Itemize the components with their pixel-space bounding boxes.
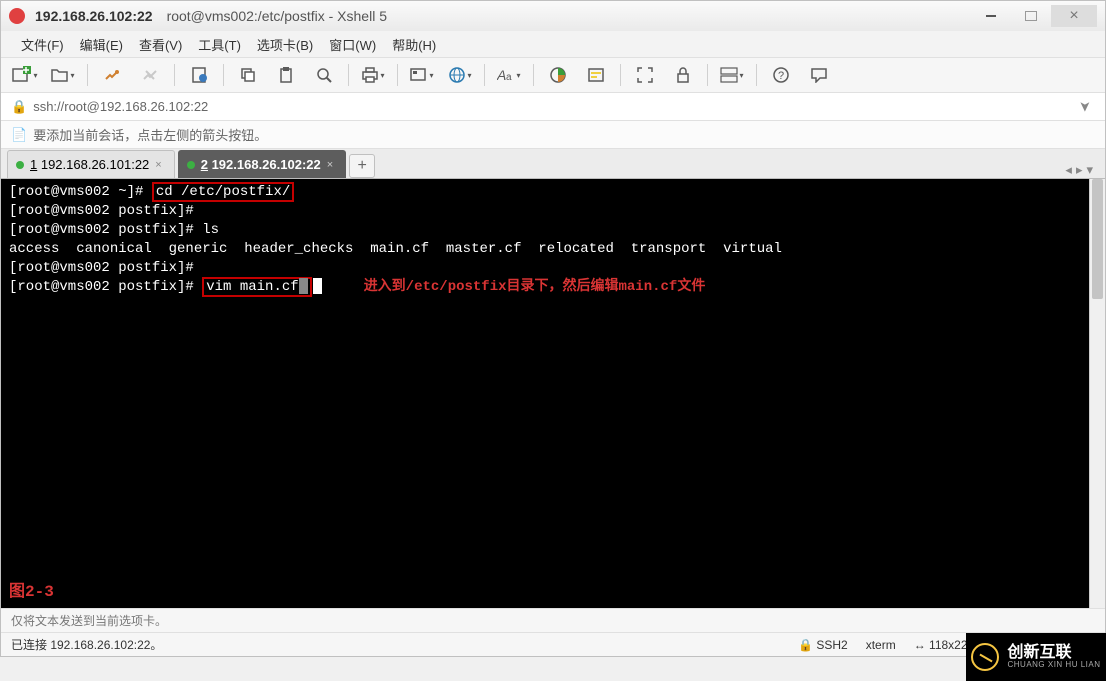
- prompt: [root@vms002 postfix]#: [9, 279, 194, 295]
- menu-file[interactable]: 文件(F): [15, 33, 70, 56]
- command-cd: cd /etc/postfix/: [152, 182, 294, 202]
- address-go-icon[interactable]: ➤: [1077, 97, 1094, 117]
- globe-button[interactable]: ▾: [446, 63, 474, 87]
- menu-tab[interactable]: 选项卡(B): [251, 33, 319, 56]
- status-dot-icon: [187, 161, 195, 169]
- print-button[interactable]: ▾: [359, 63, 387, 87]
- xftp-button[interactable]: ▾: [408, 63, 436, 87]
- svg-text:a: a: [506, 72, 512, 83]
- fullscreen-button[interactable]: [631, 63, 659, 87]
- status-protocol: 🔒 SSH2: [798, 638, 848, 652]
- watermark-logo-icon: [971, 643, 999, 671]
- tab-close-icon[interactable]: ×: [155, 159, 161, 171]
- minimize-button[interactable]: [971, 5, 1011, 27]
- tab-session-2[interactable]: 2 192.168.26.102:22 ×: [178, 150, 346, 178]
- open-button[interactable]: ▾: [49, 63, 77, 87]
- tip-text: 要添加当前会话，点击左侧的箭头按钮。: [33, 125, 267, 144]
- watermark: 创新互联 CHUANG XIN HU LIAN: [966, 633, 1106, 681]
- tab-list-icon[interactable]: ▾: [1086, 162, 1093, 178]
- annotation: 进入到/etc/postfix目录下，然后编辑main.cf文件: [364, 279, 706, 295]
- hintbar: 仅将文本发送到当前选项卡。: [1, 608, 1105, 632]
- prompt: [root@vms002 postfix]#: [9, 202, 1081, 221]
- toolbar-divider: [223, 64, 224, 86]
- reconnect-button[interactable]: [98, 63, 126, 87]
- toolbar-divider: [756, 64, 757, 86]
- menubar: 文件(F) 编辑(E) 查看(V) 工具(T) 选项卡(B) 窗口(W) 帮助(…: [1, 31, 1105, 57]
- colorscheme-button[interactable]: [544, 63, 572, 87]
- figure-label: 图2-3: [9, 583, 54, 602]
- toolbar-divider: [174, 64, 175, 86]
- titlebar: 192.168.26.102:22 root@vms002:/etc/postf…: [1, 1, 1105, 31]
- menu-tool[interactable]: 工具(T): [192, 33, 247, 56]
- svg-text:?: ?: [778, 70, 784, 82]
- title-path: root@vms002:/etc/postfix - Xshell 5: [167, 8, 387, 24]
- window-controls: ×: [971, 5, 1097, 27]
- scroll-thumb[interactable]: [1092, 179, 1103, 299]
- toolbar-divider: [707, 64, 708, 86]
- toolbar-divider: [484, 64, 485, 86]
- cursor2-icon: [313, 278, 322, 294]
- tab-label: 2 192.168.26.102:22: [201, 157, 321, 172]
- status-connected: 已连接 192.168.26.102:22。: [11, 636, 162, 653]
- view-compose-button[interactable]: ▾: [718, 63, 746, 87]
- terminal-container: [root@vms002 ~]# cd /etc/postfix/ [root@…: [1, 179, 1105, 608]
- status-termtype: xterm: [866, 638, 896, 652]
- find-button[interactable]: [310, 63, 338, 87]
- new-tab-button[interactable]: +: [349, 154, 375, 178]
- menu-help[interactable]: 帮助(H): [386, 33, 442, 56]
- font-button[interactable]: Aa▾: [495, 63, 523, 87]
- toolbar-divider: [620, 64, 621, 86]
- title-host: 192.168.26.102:22: [35, 8, 153, 24]
- tab-close-icon[interactable]: ×: [327, 159, 333, 171]
- tip-add-icon[interactable]: 📄: [11, 127, 27, 143]
- new-session-button[interactable]: ▾: [11, 63, 39, 87]
- svg-text:A: A: [497, 67, 506, 83]
- maximize-button[interactable]: [1011, 5, 1051, 27]
- watermark-subtext: CHUANG XIN HU LIAN: [1007, 661, 1100, 670]
- watermark-text: 创新互联: [1007, 644, 1100, 662]
- feedback-button[interactable]: [805, 63, 833, 87]
- addressbar: 🔒 ➤: [1, 93, 1105, 121]
- menu-window[interactable]: 窗口(W): [323, 33, 382, 56]
- tab-session-1[interactable]: 1 192.168.26.101:22 ×: [7, 150, 175, 178]
- lock-icon: 🔒: [11, 99, 27, 115]
- lock-button[interactable]: [669, 63, 697, 87]
- terminal[interactable]: [root@vms002 ~]# cd /etc/postfix/ [root@…: [1, 179, 1089, 608]
- tab-prev-icon[interactable]: ◂: [1065, 162, 1072, 178]
- toolbar: ▾ ▾ ▾ ▾ ▾ Aa▾ ▾ ?: [1, 57, 1105, 93]
- highlight-button[interactable]: [582, 63, 610, 87]
- address-input[interactable]: [33, 99, 1075, 114]
- command-vim: vim main.cf: [202, 277, 311, 297]
- prompt: [root@vms002 postfix]#: [9, 259, 1081, 278]
- disconnect-button[interactable]: [136, 63, 164, 87]
- statusbar: 已连接 192.168.26.102:22。 🔒 SSH2 xterm ↔ 11…: [1, 632, 1105, 656]
- help-button[interactable]: ?: [767, 63, 795, 87]
- status-size: ↔ 118x22: [914, 638, 968, 652]
- command-ls: ls: [202, 222, 219, 238]
- menu-view[interactable]: 查看(V): [133, 33, 188, 56]
- copy-button[interactable]: [234, 63, 262, 87]
- tipbar: 📄 要添加当前会话，点击左侧的箭头按钮。: [1, 121, 1105, 149]
- hint-text: 仅将文本发送到当前选项卡。: [11, 612, 167, 629]
- status-dot-icon: [16, 161, 24, 169]
- menu-edit[interactable]: 编辑(E): [74, 33, 129, 56]
- scrollbar[interactable]: [1089, 179, 1105, 608]
- tab-nav: ◂ ▸ ▾: [1065, 162, 1099, 178]
- xshell-window: 192.168.26.102:22 root@vms002:/etc/postf…: [0, 0, 1106, 657]
- paste-button[interactable]: [272, 63, 300, 87]
- properties-button[interactable]: [185, 63, 213, 87]
- toolbar-divider: [397, 64, 398, 86]
- tab-label: 1 192.168.26.101:22: [30, 157, 149, 172]
- prompt: [root@vms002 ~]#: [9, 184, 143, 200]
- app-logo-icon: [9, 8, 25, 24]
- cursor-icon: [299, 278, 308, 294]
- toolbar-divider: [533, 64, 534, 86]
- ls-output: access canonical generic header_checks m…: [9, 240, 1081, 259]
- toolbar-divider: [87, 64, 88, 86]
- close-button[interactable]: ×: [1051, 5, 1097, 27]
- tabstrip: 1 192.168.26.101:22 × 2 192.168.26.102:2…: [1, 149, 1105, 179]
- tab-next-icon[interactable]: ▸: [1076, 162, 1083, 178]
- toolbar-divider: [348, 64, 349, 86]
- prompt: [root@vms002 postfix]#: [9, 222, 194, 238]
